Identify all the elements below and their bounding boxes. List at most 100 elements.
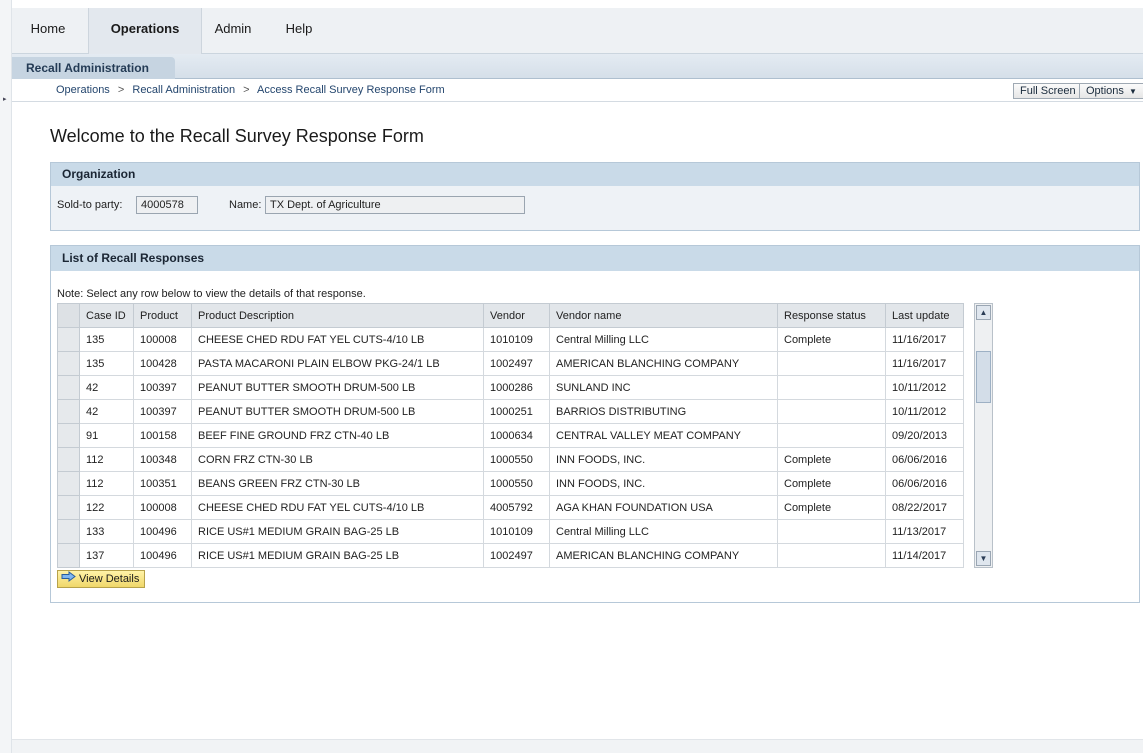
cell-product: 100351 [133,471,192,496]
name-field: TX Dept. of Agriculture [265,196,525,214]
column-header-product-description[interactable]: Product Description [191,303,484,328]
cell-vendor-name: BARRIOS DISTRIBUTING [549,399,778,424]
row-selector[interactable] [57,423,80,448]
table-row[interactable]: 91 100158 BEEF FINE GROUND FRZ CTN-40 LB 10… [57,423,964,448]
tab-admin[interactable]: Admin [202,8,264,54]
cell-vendor: 1000634 [483,423,550,448]
table-row[interactable]: 42 100397 PEANUT BUTTER SMOOTH DRUM-500 LB… [57,399,964,424]
cell-product-description: CORN FRZ CTN-30 LB [191,447,484,472]
view-details-button[interactable]: View Details [57,570,146,588]
full-screen-button[interactable]: Full Screen [1013,83,1083,99]
expand-panel-icon[interactable]: ▸ [3,95,7,103]
tab-home[interactable]: Home [20,8,76,54]
row-selector[interactable] [57,543,80,568]
scroll-down-icon[interactable]: ▼ [976,551,991,566]
table-header-row: Case ID Product Product Description Vend… [57,303,964,328]
row-selector[interactable] [57,471,80,496]
organization-body: Sold-to party: 4000578 Name: TX Dept. of… [51,186,1139,230]
cell-case-id: 42 [79,399,134,424]
cell-product-description: RICE US#1 MEDIUM GRAIN BAG-25 LB [191,543,484,568]
scroll-up-icon[interactable]: ▲ [976,305,991,320]
cell-vendor-name: CENTRAL VALLEY MEAT COMPANY [549,423,778,448]
cell-case-id: 112 [79,471,134,496]
table-scrollbar[interactable]: ▲ ▼ [974,303,993,568]
breadcrumb: Operations > Recall Administration > Acc… [56,84,445,96]
breadcrumb-bar: Operations > Recall Administration > Acc… [12,80,1143,102]
sub-navigation: Recall Administration [12,54,1143,79]
table-row[interactable]: 135 100428 PASTA MACARONI PLAIN ELBOW PKG-… [57,351,964,376]
cell-product-description: PEANUT BUTTER SMOOTH DRUM-500 LB [191,375,484,400]
table-row[interactable]: 137 100496 RICE US#1 MEDIUM GRAIN BAG-25 L… [57,543,964,568]
table-row[interactable]: 135 100008 CHEESE CHED RDU FAT YEL CUTS-4/… [57,327,964,352]
recall-responses-panel: List of Recall Responses Note: Select an… [50,245,1140,603]
sold-to-party-field: 4000578 [136,196,198,214]
cell-vendor-name: Central Milling LLC [549,327,778,352]
cell-product-description: PEANUT BUTTER SMOOTH DRUM-500 LB [191,399,484,424]
cell-product: 100397 [133,375,192,400]
cell-response-status [777,351,886,376]
sold-to-party-label: Sold-to party: [57,199,123,211]
column-header-product[interactable]: Product [133,303,192,328]
column-header-vendor-name[interactable]: Vendor name [549,303,778,328]
cell-response-status [777,543,886,568]
row-selector[interactable] [57,495,80,520]
cell-last-update: 06/06/2016 [885,471,964,496]
breadcrumb-separator: > [117,84,125,96]
cell-vendor: 1000286 [483,375,550,400]
cell-case-id: 133 [79,519,134,544]
row-selector[interactable] [57,327,80,352]
left-strip: ▸ [0,0,12,753]
cell-product: 100428 [133,351,192,376]
options-button[interactable]: Options ▼ [1079,83,1143,99]
table-row[interactable]: 112 100348 CORN FRZ CTN-30 LB 1000550 INN FO… [57,447,964,472]
breadcrumb-item-recall-administration[interactable]: Recall Administration [132,84,235,96]
row-selector[interactable] [57,399,80,424]
table-row[interactable]: 122 100008 CHEESE CHED RDU FAT YEL CUTS-4/… [57,495,964,520]
cell-vendor: 1002497 [483,351,550,376]
column-header-case-id[interactable]: Case ID [79,303,134,328]
cell-vendor-name: INN FOODS, INC. [549,447,778,472]
page-title: Welcome to the Recall Survey Response Fo… [50,126,424,146]
column-header-vendor[interactable]: Vendor [483,303,550,328]
cell-product: 100348 [133,447,192,472]
cell-product: 100008 [133,495,192,520]
subnav-tab-recall-administration[interactable]: Recall Administration [12,57,175,79]
column-header-last-update[interactable]: Last update [885,303,964,328]
cell-vendor-name: AMERICAN BLANCHING COMPANY [549,351,778,376]
table-row[interactable]: 42 100397 PEANUT BUTTER SMOOTH DRUM-500 LB… [57,375,964,400]
cell-vendor: 1002497 [483,543,550,568]
row-selector[interactable] [57,351,80,376]
table-row[interactable]: 133 100496 RICE US#1 MEDIUM GRAIN BAG-25 L… [57,519,964,544]
name-label: Name: [229,199,262,211]
column-header-response-status[interactable]: Response status [777,303,886,328]
scrollbar-thumb[interactable] [976,351,991,403]
cell-case-id: 135 [79,351,134,376]
cell-response-status [777,375,886,400]
select-all-header[interactable] [57,303,80,328]
cell-product: 100496 [133,543,192,568]
row-selector[interactable] [57,447,80,472]
cell-product: 100397 [133,399,192,424]
cell-last-update: 06/06/2016 [885,447,964,472]
cell-response-status: Complete [777,447,886,472]
cell-product: 100496 [133,519,192,544]
tab-help[interactable]: Help [272,8,326,54]
cell-vendor: 4005792 [483,495,550,520]
cell-vendor-name: INN FOODS, INC. [549,471,778,496]
cell-product: 100158 [133,423,192,448]
recall-responses-table: Case ID Product Product Description Vend… [57,303,964,568]
row-selector[interactable] [57,375,80,400]
table-row[interactable]: 112 100351 BEANS GREEN FRZ CTN-30 LB 100055… [57,471,964,496]
cell-vendor: 1010109 [483,519,550,544]
breadcrumb-item-operations[interactable]: Operations [56,84,110,96]
cell-vendor: 1000550 [483,447,550,472]
cell-response-status: Complete [777,495,886,520]
options-label: Options [1086,85,1124,97]
cell-last-update: 11/14/2017 [885,543,964,568]
view-details-label: View Details [79,573,140,585]
top-navigation: Home Operations Admin Help [12,8,1143,54]
cell-last-update: 10/11/2012 [885,375,964,400]
row-selector[interactable] [57,519,80,544]
tab-operations[interactable]: Operations [88,8,202,54]
arrow-right-icon [61,571,76,587]
